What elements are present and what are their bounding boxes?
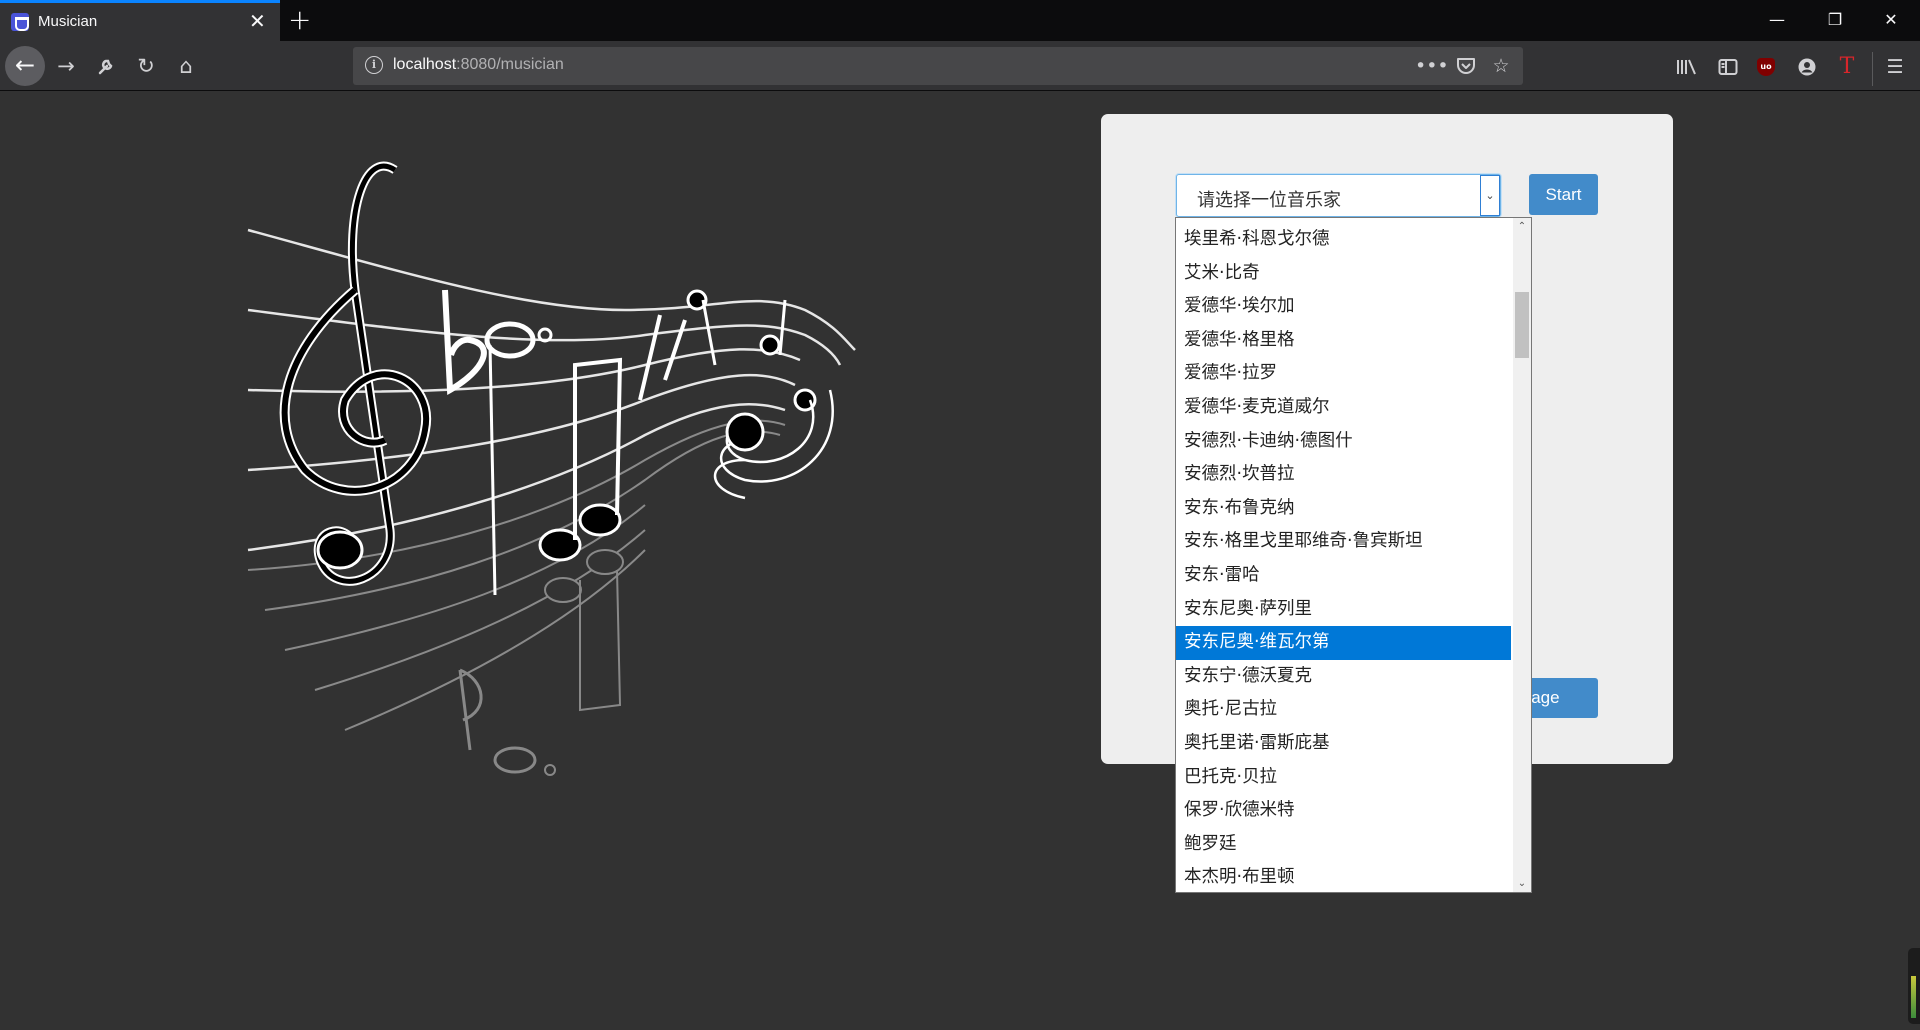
scroll-up-icon[interactable]: ⌃	[1513, 218, 1531, 235]
dropdown-option[interactable]: 艾米·比奇	[1176, 257, 1511, 291]
dropdown-option[interactable]: 爱德华·麦克道威尔	[1176, 391, 1511, 425]
musician-dropdown-list[interactable]: 埃里希·科恩戈尔德 艾米·比奇 爱德华·埃尔加 爱德华·格里格 爱德华·拉罗 爱德华·麦克…	[1175, 217, 1532, 893]
scroll-down-icon[interactable]: ⌄	[1513, 875, 1531, 892]
musician-select[interactable]: 请选择一位音乐家 ⌄	[1176, 174, 1501, 217]
library-icon[interactable]	[1672, 52, 1702, 82]
music-notes-illustration	[247, 161, 856, 776]
window-close-icon[interactable]: ✕	[1876, 5, 1906, 35]
dropdown-option[interactable]: 巴托克·贝拉	[1176, 761, 1511, 795]
ublock-origin-icon[interactable]: uo	[1757, 58, 1775, 76]
toolbar-separator	[1872, 52, 1873, 86]
sidebar-icon[interactable]	[1713, 52, 1743, 82]
volume-meter-widget	[1908, 948, 1920, 1024]
dropdown-option[interactable]: 安德烈·坎普拉	[1176, 458, 1511, 492]
dropdown-option[interactable]: 安东·雷哈	[1176, 559, 1511, 593]
dropdown-option[interactable]: 安东尼奥·维瓦尔第	[1176, 626, 1511, 660]
url-text[interactable]: localhost:8080/musician	[393, 56, 564, 74]
home-icon[interactable]: ⌂	[171, 51, 201, 81]
page-actions-icon[interactable]: •••	[1415, 51, 1449, 81]
dropdown-option[interactable]: 爱德华·埃尔加	[1176, 290, 1511, 324]
dropdown-option[interactable]: 鲍罗廷	[1176, 828, 1511, 862]
tab-strip: Musician ✕ + — ❐ ✕	[0, 0, 1920, 41]
tab-title: Musician	[38, 13, 98, 30]
restore-icon[interactable]: ❐	[1820, 5, 1850, 35]
tab-close-icon[interactable]: ✕	[249, 10, 266, 32]
translate-extension-icon[interactable]: T	[1832, 52, 1862, 82]
dropdown-option[interactable]: 保罗·欣德米特	[1176, 794, 1511, 828]
back-button[interactable]: ←	[5, 46, 45, 86]
navigation-toolbar: ← → ↻ ⌂ i localhost:8080/musician ••• ☆	[0, 41, 1920, 91]
dropdown-option[interactable]: 爱德华·拉罗	[1176, 357, 1511, 391]
info-icon[interactable]: i	[365, 56, 383, 74]
hamburger-menu-icon[interactable]: ☰	[1880, 52, 1910, 82]
dropdown-option[interactable]: 奥托里诺·雷斯庇基	[1176, 727, 1511, 761]
dropdown-option[interactable]: 安东宁·德沃夏克	[1176, 660, 1511, 694]
wrench-icon[interactable]	[91, 51, 121, 81]
dropdown-option[interactable]: 安东·格里戈里耶维奇·鲁宾斯坦	[1176, 525, 1511, 559]
dropdown-option[interactable]: 安德烈·卡迪纳·德图什	[1176, 425, 1511, 459]
tab-musician[interactable]: Musician ✕	[0, 0, 280, 41]
url-bar[interactable]: i localhost:8080/musician ••• ☆	[353, 47, 1523, 85]
chevron-down-icon[interactable]: ⌄	[1480, 175, 1500, 216]
bookmark-star-icon[interactable]: ☆	[1486, 51, 1516, 81]
dropdown-option[interactable]: 安东·布鲁克纳	[1176, 492, 1511, 526]
reload-icon[interactable]: ↻	[131, 51, 161, 81]
dropdown-option[interactable]: 本杰明·布里顿	[1176, 861, 1511, 892]
select-placeholder: 请选择一位音乐家	[1197, 190, 1341, 211]
account-icon[interactable]	[1792, 52, 1822, 82]
scrollbar-thumb[interactable]	[1515, 292, 1529, 358]
site-favicon-icon	[11, 13, 29, 31]
dropdown-option[interactable]: 爱德华·格里格	[1176, 324, 1511, 358]
dropdown-option[interactable]: 埃里希·科恩戈尔德	[1176, 223, 1511, 257]
pocket-icon[interactable]	[1451, 51, 1481, 81]
new-tab-button[interactable]: +	[288, 4, 311, 36]
dropdown-scrollbar[interactable]: ⌃ ⌄	[1513, 218, 1531, 892]
dropdown-option[interactable]: 安东尼奥·萨列里	[1176, 593, 1511, 627]
minimize-icon[interactable]: —	[1762, 5, 1792, 35]
forward-icon[interactable]: →	[51, 51, 81, 81]
dropdown-option[interactable]: 奥托·尼古拉	[1176, 693, 1511, 727]
start-button[interactable]: Start	[1529, 174, 1598, 215]
